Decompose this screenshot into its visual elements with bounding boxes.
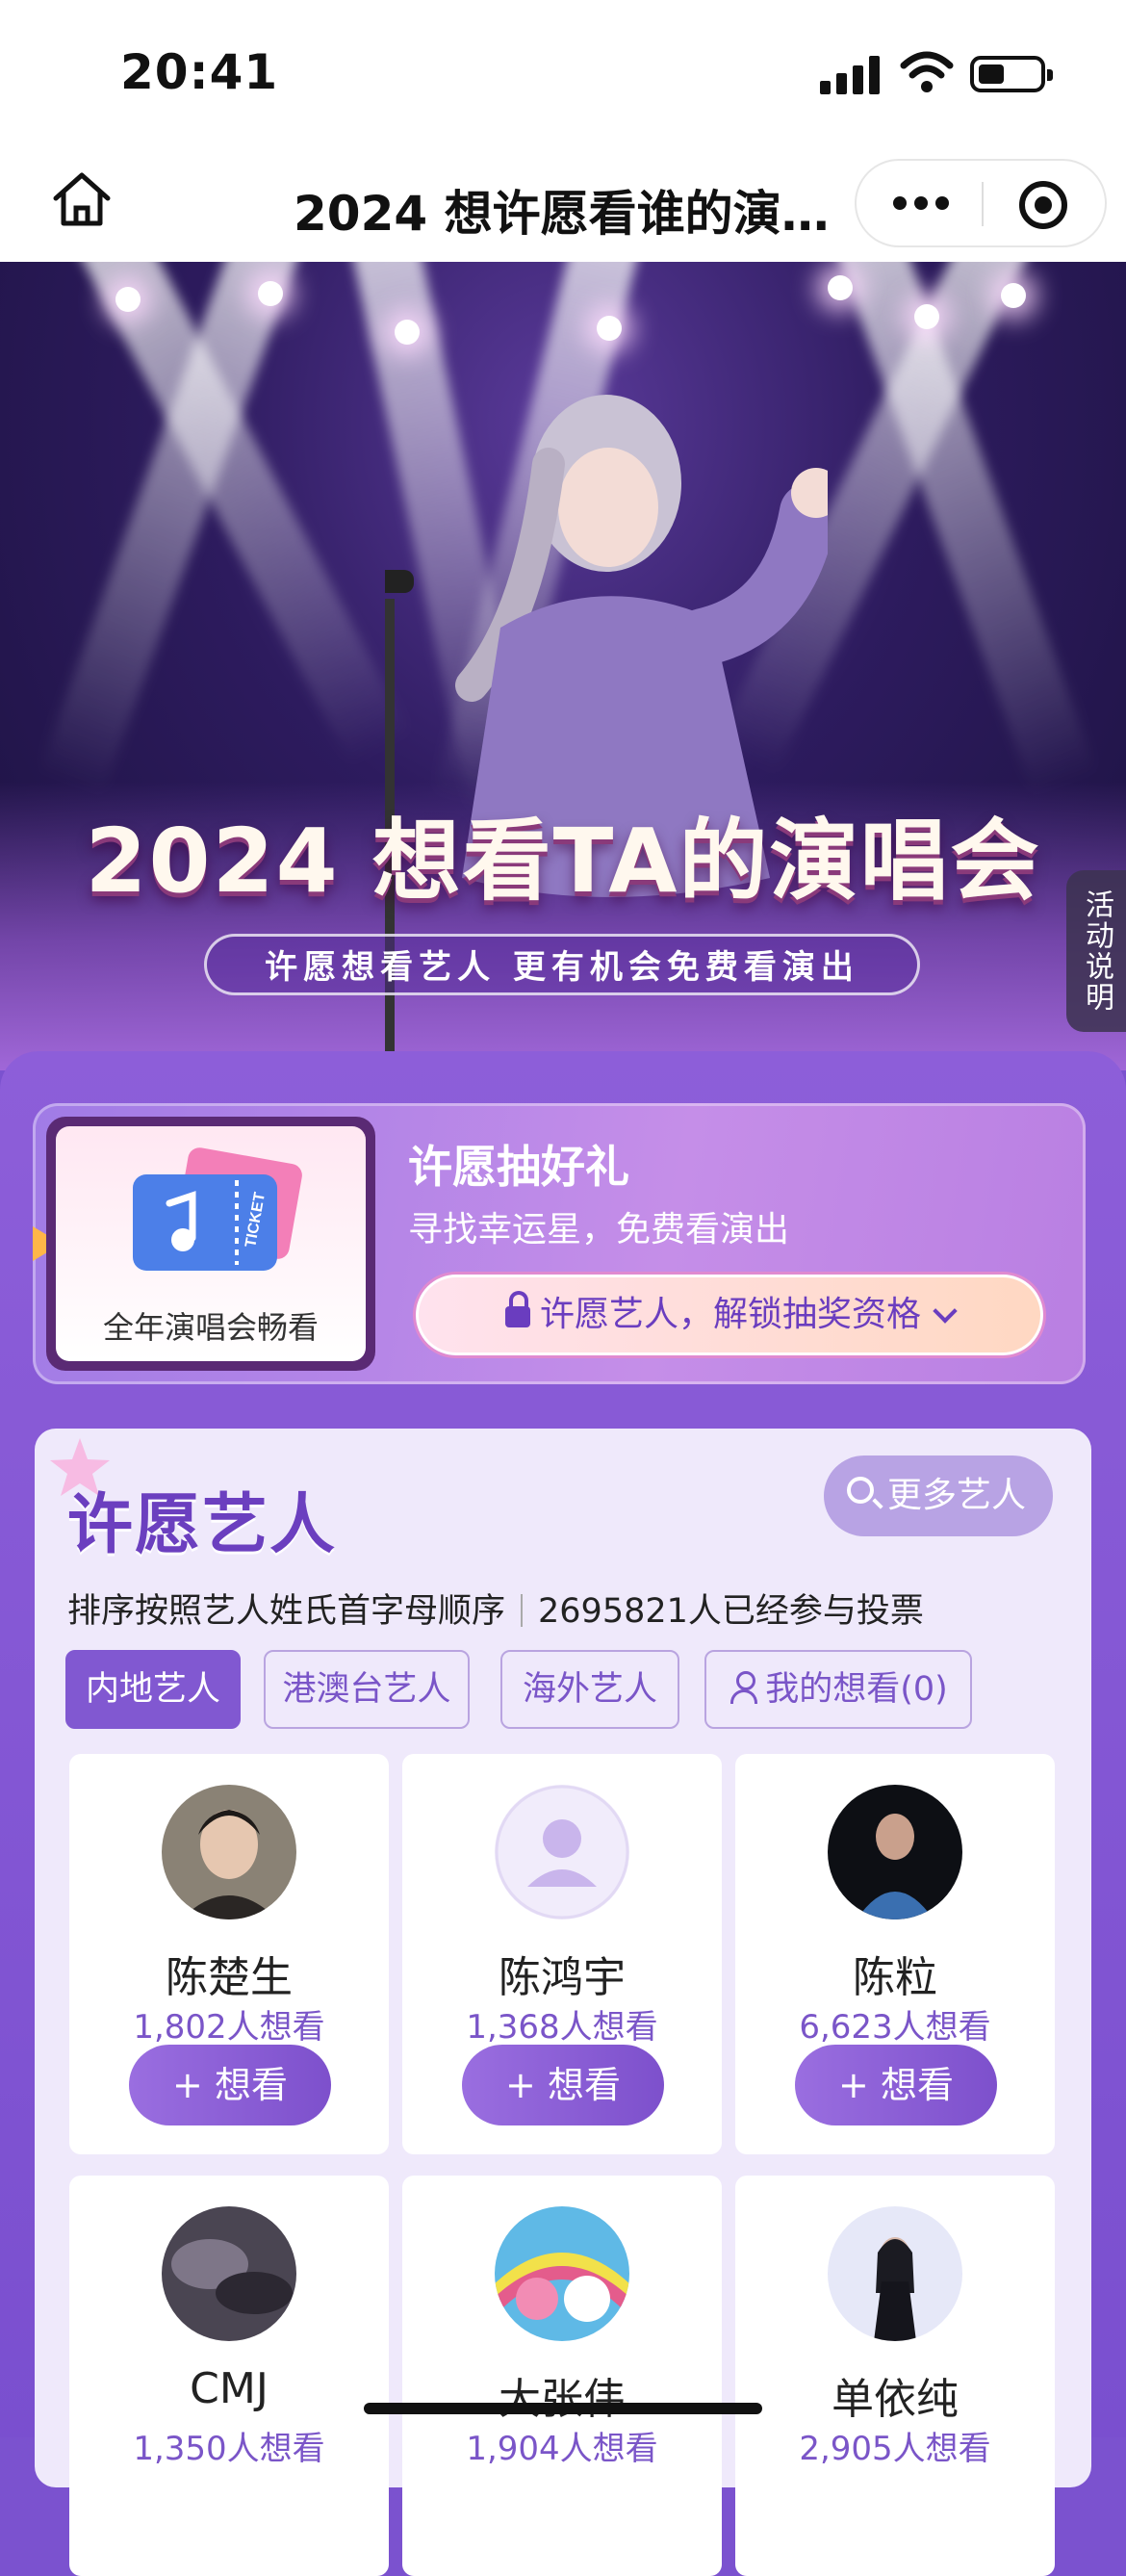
want-button[interactable]: + 想看 bbox=[795, 2045, 997, 2125]
tab-overseas[interactable]: 海外艺人 bbox=[500, 1650, 679, 1729]
artist-avatar bbox=[828, 1785, 962, 1919]
want-count: 1,904人想看 bbox=[466, 2430, 658, 2468]
page-title: 2024 想许愿看谁的演唱会 bbox=[294, 186, 832, 242]
chevron-down-icon bbox=[933, 1299, 958, 1324]
unlock-lottery-button[interactable]: 许愿艺人，解锁抽奖资格 bbox=[416, 1275, 1043, 1355]
lock-icon bbox=[504, 1291, 530, 1327]
want-count: 1,368人想看 bbox=[466, 2008, 658, 2047]
artist-card[interactable]: 陈鸿宇 1,368人想看 + 想看 bbox=[402, 1754, 722, 2154]
want-count: 2,905人想看 bbox=[799, 2430, 991, 2468]
artist-name: 陈粒 bbox=[853, 1953, 937, 2002]
want-count: 6,623人想看 bbox=[799, 2008, 991, 2047]
tab-hk-macau-taiwan[interactable]: 港澳台艺人 bbox=[264, 1650, 470, 1729]
sort-note: 排序按照艺人姓氏首字母顺序 bbox=[67, 1592, 506, 1631]
more-artists-button[interactable]: 更多艺人 bbox=[824, 1455, 1053, 1536]
status-bar: 20:41 bbox=[0, 0, 1126, 144]
search-icon bbox=[847, 1477, 874, 1504]
artist-card[interactable]: CMJ 1,350人想看 bbox=[69, 2176, 389, 2576]
close-target-icon[interactable] bbox=[1016, 178, 1070, 232]
lottery-title: 许愿抽好礼 bbox=[408, 1141, 629, 1193]
section-title: 许愿艺人 bbox=[67, 1487, 338, 1563]
mini-program-capsule bbox=[855, 159, 1107, 247]
artist-name: CMJ bbox=[190, 2364, 269, 2413]
tab-my-wishes[interactable]: 我的想看(0) bbox=[704, 1650, 972, 1729]
activity-rules-tab[interactable]: 活动说明 bbox=[1066, 870, 1126, 1032]
unlock-label: 许愿艺人，解锁抽奖资格 bbox=[539, 1295, 921, 1334]
artist-card[interactable]: 单依纯 2,905人想看 bbox=[735, 2176, 1055, 2576]
capsule-divider bbox=[982, 182, 984, 226]
user-icon bbox=[729, 1671, 758, 1704]
more-artists-label: 更多艺人 bbox=[887, 1476, 1027, 1515]
hero-title: 2024 想看TA的演唱会 bbox=[85, 810, 1041, 913]
artist-card[interactable]: 大张伟 1,904人想看 bbox=[402, 2176, 722, 2576]
tab-mainland[interactable]: 内地艺人 bbox=[65, 1650, 241, 1729]
info-divider bbox=[521, 1594, 524, 1627]
nav-bar: 2024 想许愿看谁的演唱会 bbox=[0, 144, 1126, 262]
artist-avatar bbox=[828, 2206, 962, 2341]
artist-avatar bbox=[162, 2206, 296, 2341]
default-avatar-icon bbox=[495, 1785, 629, 1919]
artist-card[interactable]: 陈楚生 1,802人想看 + 想看 bbox=[69, 1754, 389, 2154]
lottery-subtitle: 寻找幸运星，免费看演出 bbox=[408, 1210, 790, 1249]
ticket-icon: TICKET bbox=[133, 1147, 302, 1271]
artist-name: 陈楚生 bbox=[166, 1953, 293, 2002]
hero-subtitle: 许愿想看艺人 更有机会免费看演出 bbox=[204, 934, 920, 995]
want-count: 1,802人想看 bbox=[133, 2008, 325, 2047]
more-dots-icon[interactable] bbox=[893, 188, 951, 217]
want-count: 1,350人想看 bbox=[133, 2430, 325, 2468]
lottery-prize-card: TICKET 全年演唱会畅看 bbox=[46, 1117, 375, 1371]
home-indicator[interactable] bbox=[364, 2403, 762, 2414]
artist-card[interactable]: 陈粒 6,623人想看 + 想看 bbox=[735, 1754, 1055, 2154]
artist-avatar bbox=[495, 2206, 629, 2341]
lottery-card-label: 全年演唱会畅看 bbox=[102, 1309, 319, 1346]
status-time: 20:41 bbox=[120, 44, 279, 100]
signal-icon bbox=[820, 56, 882, 94]
participant-count: 2695821人已经参与投票 bbox=[538, 1592, 924, 1631]
want-button[interactable]: + 想看 bbox=[129, 2045, 331, 2125]
vote-info: 排序按照艺人姓氏首字母顺序 2695821人已经参与投票 bbox=[67, 1584, 924, 1633]
wifi-icon bbox=[900, 51, 954, 92]
home-icon[interactable] bbox=[48, 166, 115, 233]
battery-icon bbox=[970, 56, 1053, 92]
hero-banner: 2024 想看TA的演唱会 许愿想看艺人 更有机会免费看演出 活动说明 bbox=[0, 262, 1126, 1070]
want-button[interactable]: + 想看 bbox=[462, 2045, 664, 2125]
artist-name: 大张伟 bbox=[499, 2375, 626, 2424]
artist-name: 陈鸿宇 bbox=[499, 1953, 626, 2002]
artist-avatar bbox=[162, 1785, 296, 1919]
artist-name: 单依纯 bbox=[832, 2375, 959, 2424]
